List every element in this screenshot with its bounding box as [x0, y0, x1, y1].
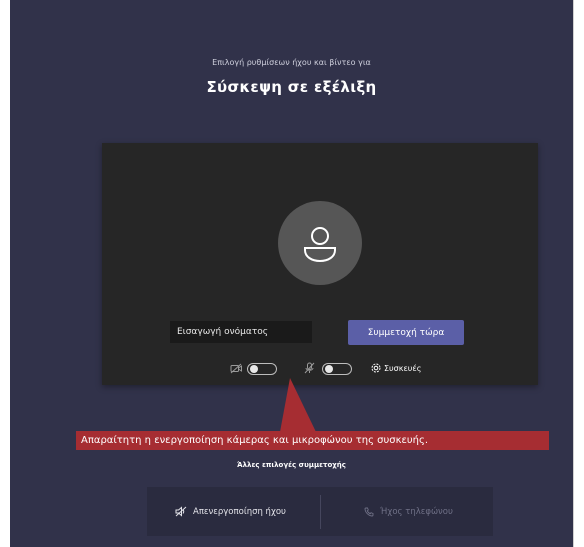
gear-icon[interactable] — [370, 362, 382, 374]
page-subtitle: Επιλογή ρυθμίσεων ήχου και βίντεο για — [212, 58, 371, 67]
microphone-toggle[interactable] — [322, 363, 352, 375]
microphone-off-icon — [304, 362, 315, 374]
name-input[interactable] — [170, 321, 312, 343]
devices-button[interactable]: Συσκευές — [384, 364, 421, 373]
toggle-knob — [325, 365, 333, 373]
camera-toggle[interactable] — [247, 363, 277, 375]
audio-off-option[interactable]: Απενεργοποίηση ήχου — [175, 487, 286, 536]
other-join-options-panel: Απενεργοποίηση ήχου Ήχος τηλεφώνου — [147, 487, 493, 536]
video-preview-panel: Συμμετοχή τώρα Συσκευές — [102, 143, 538, 385]
permission-callout: Απαραίτητη η ενεργοποίηση κάμερας και μι… — [76, 431, 549, 450]
person-icon — [304, 227, 336, 263]
speaker-off-icon — [175, 506, 187, 517]
divider — [320, 495, 321, 529]
window-edge — [573, 0, 584, 547]
meeting-title: Σύσκεψη σε εξέλιξη — [206, 78, 377, 96]
join-now-button[interactable]: Συμμετοχή τώρα — [348, 320, 464, 345]
other-options-heading: Άλλες επιλογές συμμετοχής — [237, 461, 346, 469]
phone-icon — [364, 507, 374, 516]
avatar — [278, 201, 362, 285]
audio-off-label: Απενεργοποίηση ήχου — [193, 506, 286, 517]
phone-audio-option[interactable]: Ήχος τηλεφώνου — [364, 487, 453, 536]
toggle-knob — [250, 365, 258, 373]
phone-audio-label: Ήχος τηλεφώνου — [380, 506, 453, 517]
camera-off-icon — [230, 363, 242, 374]
pre-join-screen: Επιλογή ρυθμίσεων ήχου και βίντεο για Σύ… — [10, 0, 573, 547]
